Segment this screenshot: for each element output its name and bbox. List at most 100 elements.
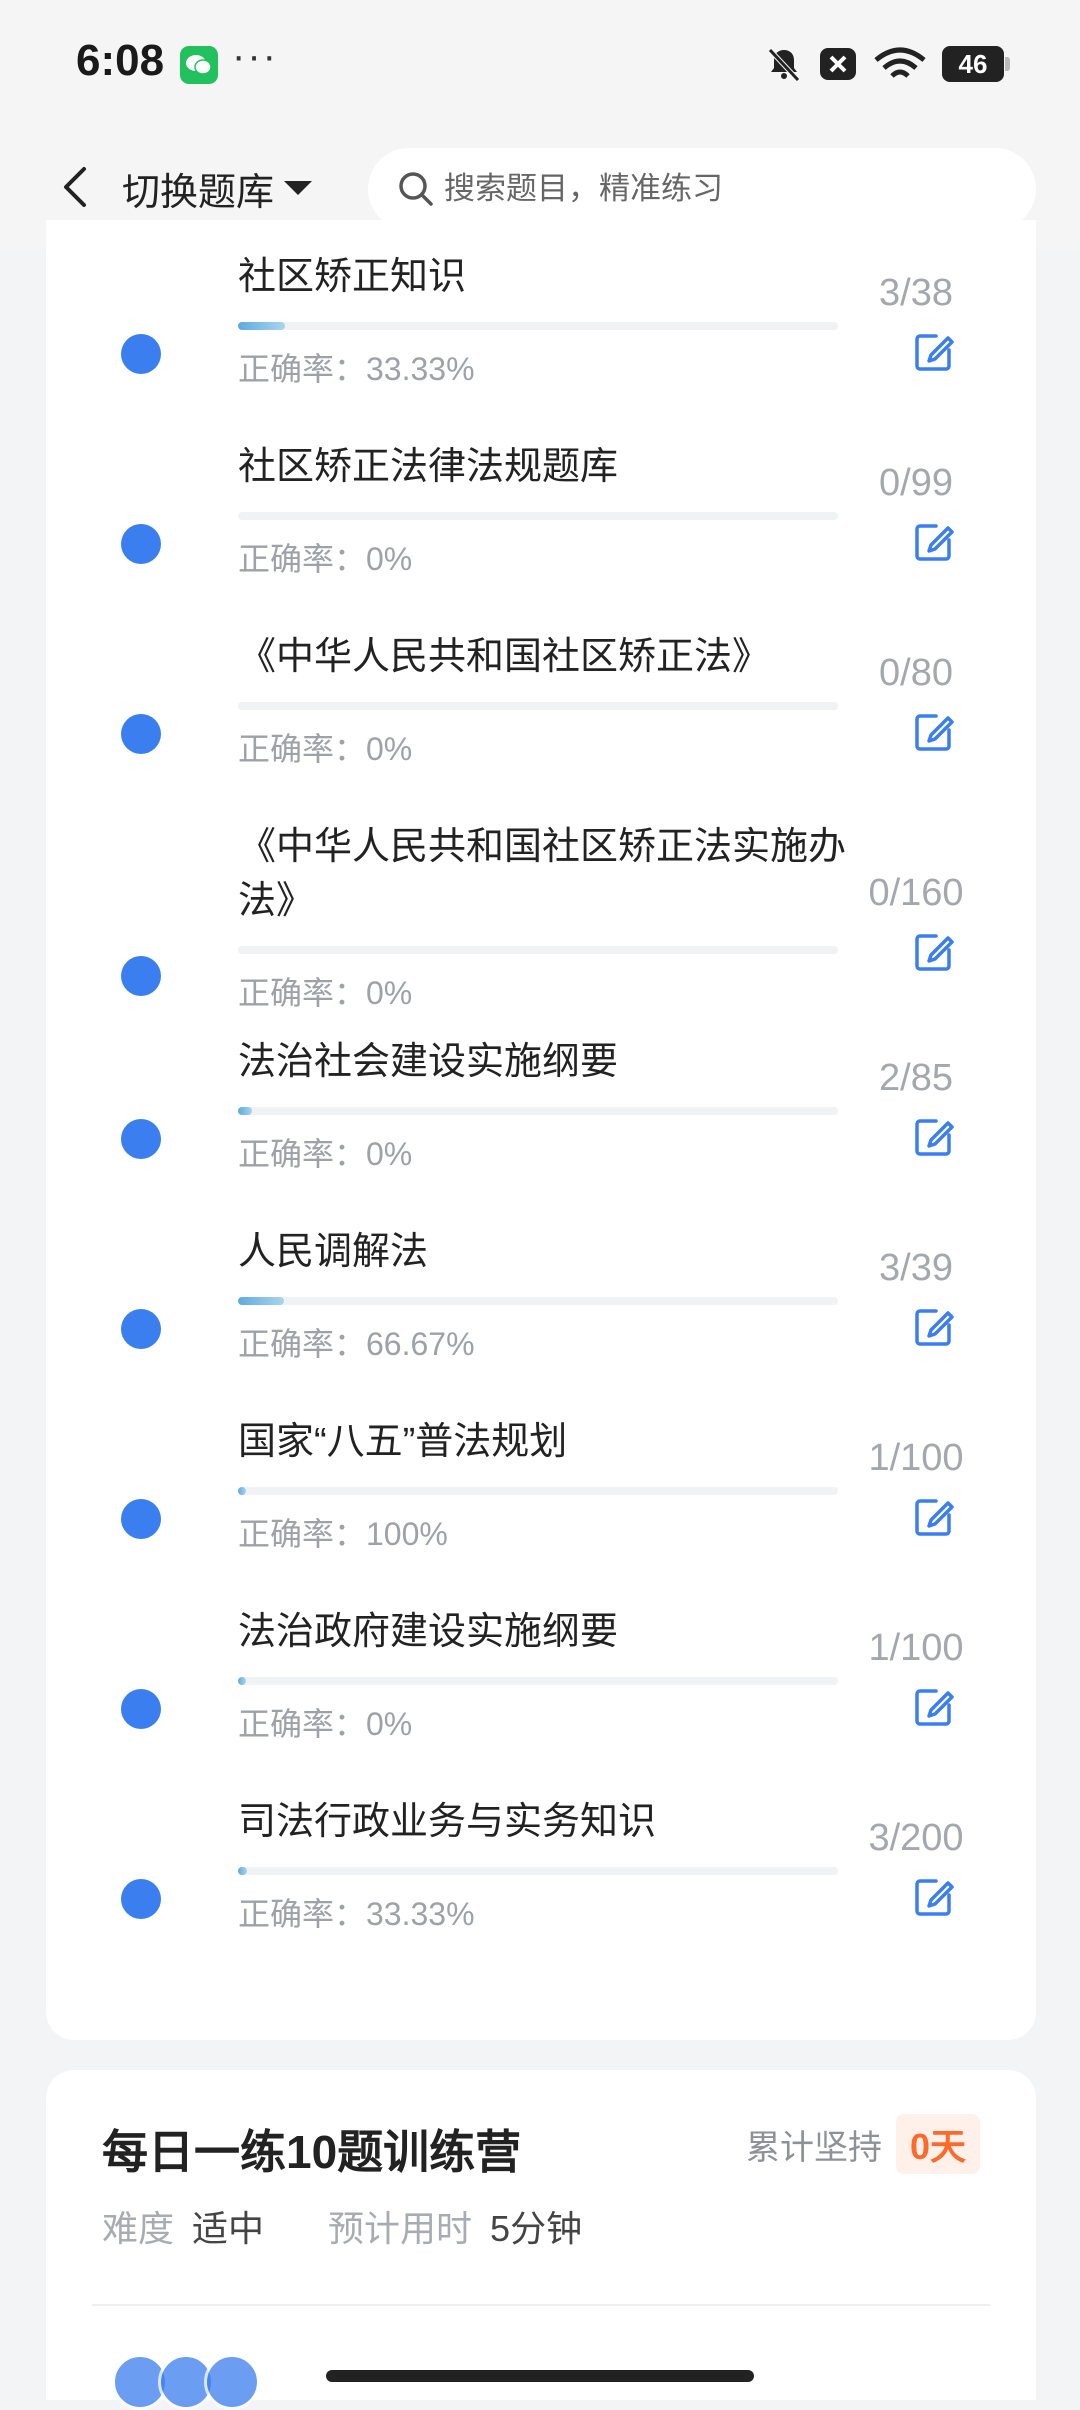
item-accuracy: 正确率：33.33%	[238, 1896, 475, 1932]
item-accuracy: 正确率：66.67%	[238, 1326, 475, 1362]
status-time: 6:08	[76, 36, 165, 85]
streak-label: 累计坚持	[745, 2128, 882, 2167]
item-count: 1/100	[868, 1627, 964, 1669]
estimated-time-label: 预计用时	[328, 2208, 473, 2249]
search-icon	[399, 172, 433, 206]
edit-practice-icon[interactable]	[912, 930, 956, 974]
edit-practice-icon[interactable]	[912, 330, 956, 374]
list-item[interactable]: 法治社会建设实施纲要 正确率：0% 2/85	[46, 1041, 1036, 1235]
item-title: 社区矫正法律法规题库	[238, 446, 619, 488]
progress-fill	[238, 322, 285, 330]
search-input[interactable]	[442, 170, 1006, 208]
item-bullet	[121, 956, 161, 996]
difficulty-label: 难度	[102, 2208, 175, 2249]
item-count: 0/99	[879, 462, 953, 504]
item-title: 《中华人民共和国社区矫正法》	[238, 636, 771, 678]
progress-bar	[238, 946, 838, 954]
item-count: 3/39	[879, 1247, 953, 1289]
edit-practice-icon[interactable]	[912, 1875, 956, 1919]
progress-fill	[238, 1107, 252, 1115]
edit-practice-icon[interactable]	[912, 1495, 956, 1539]
list-item[interactable]: 人民调解法 正确率：66.67% 3/39	[46, 1231, 1036, 1425]
wechat-notification-icon	[180, 46, 218, 84]
more-notifications-icon: ···	[232, 34, 278, 78]
item-bullet	[121, 714, 161, 754]
item-title: 法治社会建设实施纲要	[238, 1041, 619, 1083]
item-count: 0/80	[879, 652, 953, 694]
list-item[interactable]: 法治政府建设实施纲要 正确率：0% 1/100	[46, 1611, 1036, 1805]
list-item[interactable]: 国家“八五”普法规划 正确率：100% 1/100	[46, 1421, 1036, 1615]
divider	[92, 2304, 990, 2306]
progress-fill	[238, 1297, 284, 1305]
difficulty-value: 适中	[192, 2208, 265, 2249]
progress-bar	[238, 322, 838, 330]
item-accuracy: 正确率：0%	[238, 1706, 413, 1742]
daily-training-title: 每日一练10题训练营	[102, 2126, 522, 2178]
back-button[interactable]	[40, 152, 110, 222]
progress-fill	[238, 1487, 246, 1495]
item-accuracy: 正确率：33.33%	[238, 351, 475, 387]
item-title: 国家“八五”普法规划	[238, 1421, 568, 1463]
daily-training-card[interactable]: 每日一练10题训练营 累计坚持 0天 难度 适中 预计用时 5分钟	[46, 2070, 1036, 2410]
list-item[interactable]: 社区矫正法律法规题库 正确率：0% 0/99	[46, 446, 1036, 640]
item-title: 人民调解法	[238, 1231, 429, 1273]
chevron-left-icon	[64, 167, 86, 207]
progress-bar	[238, 512, 838, 520]
battery-icon: 46	[942, 46, 1010, 82]
progress-bar	[238, 1677, 838, 1685]
item-bullet	[121, 524, 161, 564]
item-bullet	[121, 1499, 161, 1539]
estimated-time-value: 5分钟	[490, 2208, 583, 2249]
item-bullet	[121, 1119, 161, 1159]
streak-badge: 累计坚持 0天	[745, 2114, 980, 2174]
list-item[interactable]: 司法行政业务与实务知识 正确率：33.33% 3/200	[46, 1801, 1036, 1995]
progress-bar	[238, 702, 838, 710]
item-title: 法治政府建设实施纲要	[238, 1611, 619, 1653]
daily-meta: 难度 适中 预计用时 5分钟	[102, 2200, 646, 2252]
item-title: 司法行政业务与实务知识	[238, 1801, 657, 1843]
status-bar: 6:08 ··· 46	[0, 0, 1080, 126]
item-accuracy: 正确率：0%	[238, 731, 413, 767]
item-accuracy: 正确率：0%	[238, 1136, 413, 1172]
item-count: 3/38	[879, 272, 953, 314]
battery-level: 46	[958, 48, 988, 79]
close-box-icon	[820, 48, 856, 80]
avatar	[204, 2354, 260, 2410]
progress-bar	[238, 1107, 838, 1115]
list-item[interactable]: 社区矫正知识 正确率：33.33% 3/38	[46, 256, 1036, 450]
wifi-icon	[874, 47, 926, 78]
item-count: 1/100	[868, 1437, 964, 1479]
switch-question-bank-button[interactable]: 切换题库	[122, 160, 313, 216]
list-item[interactable]: 《中华人民共和国社区矫正法实施办法》 正确率：0% 0/160	[46, 826, 1036, 1060]
progress-bar	[238, 1867, 838, 1875]
progress-bar	[238, 1487, 838, 1495]
edit-practice-icon[interactable]	[912, 710, 956, 754]
item-bullet	[121, 1309, 161, 1349]
item-count: 0/160	[868, 872, 964, 914]
progress-bar	[238, 1297, 838, 1305]
participant-avatars	[112, 2354, 260, 2410]
item-accuracy: 正确率：0%	[238, 975, 413, 1011]
edit-practice-icon[interactable]	[912, 1115, 956, 1159]
item-bullet	[121, 334, 161, 374]
search-bar[interactable]	[368, 148, 1036, 230]
item-count: 2/85	[879, 1057, 953, 1099]
item-bullet	[121, 1879, 161, 1919]
item-accuracy: 正确率：0%	[238, 541, 413, 577]
switch-question-bank-label: 切换题库	[122, 171, 275, 214]
edit-practice-icon[interactable]	[912, 1685, 956, 1729]
caret-down-icon	[284, 181, 313, 195]
question-bank-list: 社区矫正知识 正确率：33.33% 3/38 社区矫正法律法规题库 正确率：0%…	[46, 220, 1036, 2040]
streak-value: 0天	[895, 2114, 980, 2174]
home-indicator	[326, 2370, 754, 2382]
item-title: 社区矫正知识	[238, 256, 467, 298]
edit-practice-icon[interactable]	[912, 1305, 956, 1349]
mute-bell-icon	[768, 48, 800, 82]
edit-practice-icon[interactable]	[912, 520, 956, 564]
item-count: 3/200	[868, 1817, 964, 1859]
item-title: 《中华人民共和国社区矫正法实施办法》	[238, 826, 847, 922]
progress-fill	[238, 1677, 246, 1685]
list-item[interactable]: 《中华人民共和国社区矫正法》 正确率：0% 0/80	[46, 636, 1036, 830]
progress-fill	[238, 1867, 247, 1875]
item-accuracy: 正确率：100%	[238, 1516, 448, 1552]
